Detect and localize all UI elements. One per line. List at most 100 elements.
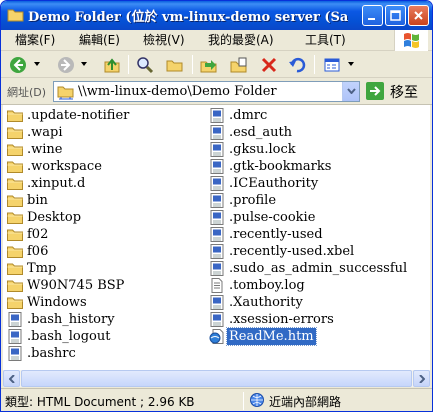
views-button[interactable]	[321, 54, 343, 75]
horizontal-scrollbar[interactable]	[3, 370, 430, 387]
forward-icon	[58, 57, 74, 73]
file-icon	[209, 142, 225, 157]
copy-to-icon	[230, 57, 247, 73]
local-intranet-icon	[250, 393, 264, 407]
undo-button[interactable]	[286, 54, 308, 75]
menu-edit[interactable]: 編輯(E)	[79, 32, 120, 49]
address-bar: 網址(D) \\wm-linux-demo\Demo Folder 移至	[1, 79, 432, 105]
back-icon	[10, 57, 26, 73]
chevron-down-icon	[347, 88, 356, 94]
file-name: .xsession-errors	[229, 312, 334, 327]
menu-tools[interactable]: 工具(T)	[305, 32, 346, 49]
up-folder-icon	[104, 58, 120, 73]
folder-icon	[7, 210, 23, 225]
up-folder-button[interactable]	[101, 54, 123, 75]
file-icon	[209, 295, 225, 310]
title-bar[interactable]: Demo Folder (位於 vm-linux-demo server (Sa…	[1, 1, 432, 30]
views-icon	[324, 58, 340, 72]
status-info: 類型: HTML Document ; 2.96 KB	[5, 395, 195, 409]
file-list[interactable]: .update-notifier .wapi .wine .workspace .xin…	[3, 105, 430, 370]
folder-icon	[7, 108, 23, 123]
file-name: .workspace	[27, 159, 102, 174]
maximize-button[interactable]	[385, 5, 406, 26]
folder-icon	[7, 193, 23, 208]
file-icon	[209, 244, 225, 259]
scroll-right-button[interactable]	[413, 370, 430, 387]
folder-icon	[7, 261, 23, 276]
file-icon	[209, 210, 225, 225]
go-button[interactable]: 移至	[364, 81, 430, 102]
file-name: f02	[27, 227, 49, 242]
network-folder-icon	[57, 86, 74, 100]
minimize-button[interactable]	[362, 5, 383, 26]
folder-icon	[7, 278, 23, 293]
file-name: Tmp	[27, 261, 57, 276]
file-icon	[7, 329, 23, 344]
windows-logo-icon	[394, 30, 428, 51]
file-name: .xinput.d	[27, 176, 86, 191]
status-separator	[243, 392, 244, 410]
forward-dropdown-icon[interactable]	[81, 62, 87, 66]
search-button[interactable]	[134, 54, 156, 75]
menu-file[interactable]: 檔案(F)	[15, 32, 55, 49]
file-name: f06	[27, 244, 49, 259]
folders-icon	[166, 60, 183, 72]
close-icon	[414, 11, 423, 20]
explorer-window: Demo Folder (位於 vm-linux-demo server (Sa…	[0, 0, 433, 412]
file-name: .gtk-bookmarks	[229, 159, 332, 174]
forward-button[interactable]	[55, 54, 77, 75]
file-name: bin	[27, 193, 48, 208]
folders-button[interactable]	[164, 54, 186, 75]
menu-favorites[interactable]: 我的最愛(A)	[208, 32, 274, 49]
go-arrow-icon	[366, 82, 384, 100]
back-dropdown-icon[interactable]	[34, 62, 40, 66]
delete-button[interactable]	[258, 54, 280, 75]
undo-icon	[289, 57, 306, 73]
address-input[interactable]: \\wm-linux-demo\Demo Folder	[53, 81, 360, 102]
file-name: ReadMe.htm	[226, 327, 317, 346]
delete-icon	[261, 57, 277, 73]
folder-icon	[7, 159, 23, 174]
address-path: \\wm-linux-demo\Demo Folder	[78, 84, 277, 99]
folder-icon	[7, 227, 23, 242]
folder-icon	[7, 142, 23, 157]
file-name: .recently-used	[229, 227, 323, 242]
maximize-icon	[390, 10, 401, 21]
go-label: 移至	[390, 85, 418, 101]
text-document-icon	[209, 278, 225, 293]
copy-to-button[interactable]	[228, 54, 250, 75]
move-to-button[interactable]	[198, 54, 220, 75]
toolbar-separator	[128, 55, 129, 74]
file-name: .bashrc	[27, 346, 76, 361]
file-icon	[209, 125, 225, 140]
status-bar: 類型: HTML Document ; 2.96 KB 近端內部網路	[1, 388, 432, 411]
close-button[interactable]	[408, 5, 429, 26]
back-button[interactable]	[7, 54, 29, 75]
file-name: .sudo_as_admin_successful	[229, 261, 408, 276]
file-icon	[7, 346, 23, 361]
file-name: .ICEauthority	[229, 176, 319, 191]
file-icon	[209, 193, 225, 208]
file-icon	[209, 227, 225, 242]
file-name: .wine	[27, 142, 63, 157]
folder-icon	[7, 176, 23, 191]
address-dropdown-button[interactable]	[342, 82, 359, 101]
move-to-icon	[200, 60, 217, 73]
views-dropdown-icon[interactable]	[348, 62, 354, 66]
file-name: .wapi	[27, 125, 63, 140]
address-label: 網址(D)	[7, 86, 47, 99]
file-name: .Xauthority	[229, 295, 303, 310]
menu-view[interactable]: 檢視(V)	[143, 32, 185, 49]
file-name: .dmrc	[229, 108, 268, 123]
scroll-left-button[interactable]	[3, 370, 20, 387]
window-title: Demo Folder (位於 vm-linux-demo server (Sa…	[28, 10, 348, 25]
file-icon	[7, 312, 23, 327]
folder-icon	[7, 244, 23, 259]
file-name: W90N745 BSP	[27, 278, 125, 293]
file-name: .bash_logout	[27, 329, 111, 344]
status-zone: 近端內部網路	[269, 395, 342, 409]
toolbar	[1, 51, 432, 78]
scrollbar-thumb[interactable]	[21, 370, 412, 387]
folder-icon	[7, 295, 23, 310]
file-name: Desktop	[27, 210, 82, 225]
